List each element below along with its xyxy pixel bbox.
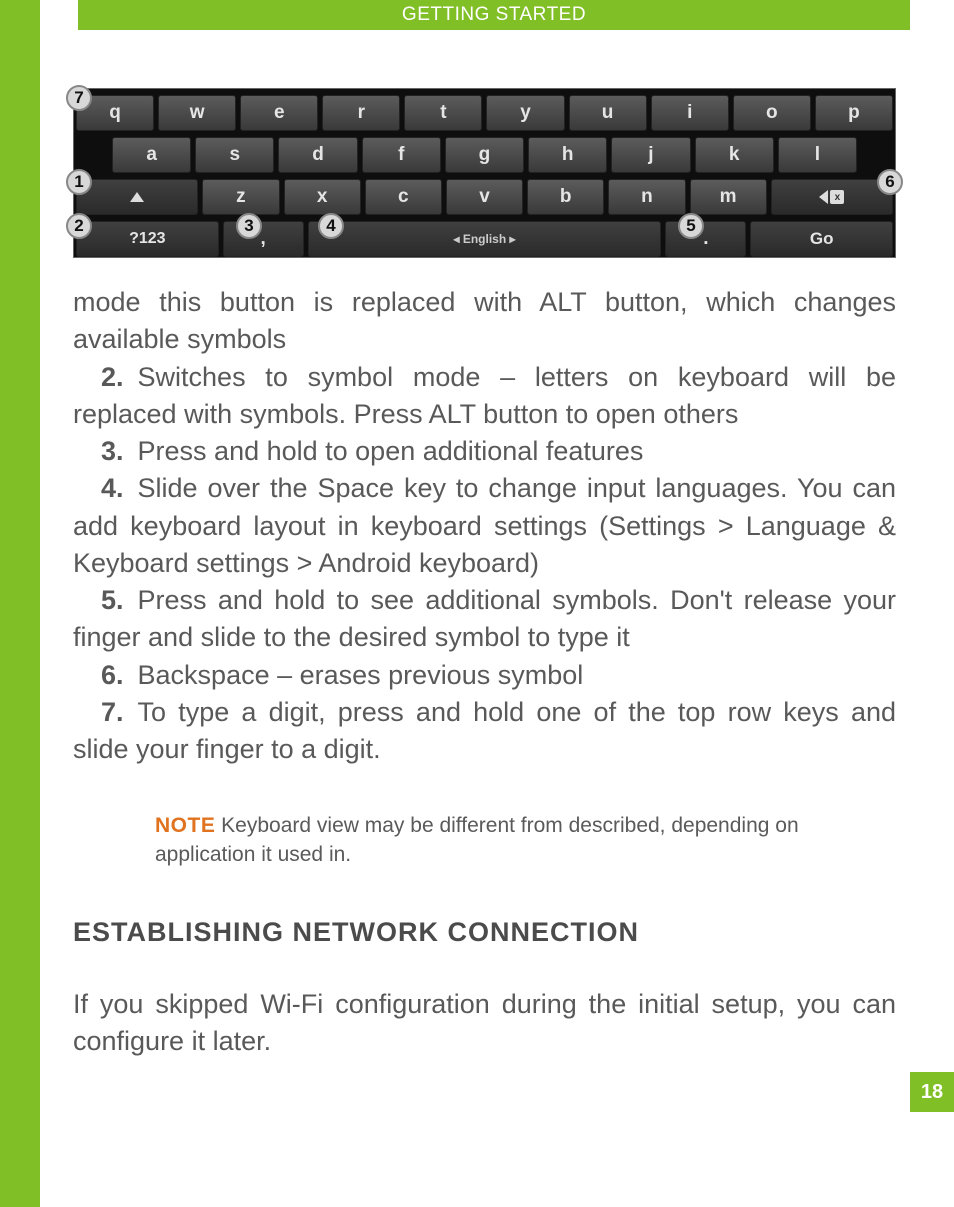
key-z: z <box>202 179 279 215</box>
list-text-5: Press and hold to see additional symbols… <box>73 585 896 652</box>
callout-3: 3 <box>236 213 262 239</box>
note-label: NOTE <box>155 814 215 837</box>
key-l: l <box>778 137 857 173</box>
key-s: s <box>195 137 274 173</box>
list-number-5: 5. <box>101 585 124 615</box>
intro-continuation: mode this button is replaced with ALT bu… <box>73 284 896 359</box>
list-text-6: Backspace – erases previous symbol <box>138 660 584 690</box>
list-text-7: To type a digit, press and hold one of t… <box>73 697 896 764</box>
body-text: mode this button is replaced with ALT bu… <box>73 284 896 768</box>
shift-icon <box>130 192 144 202</box>
callout-4: 4 <box>318 213 344 239</box>
list-text-3: Press and hold to open additional featur… <box>138 436 644 466</box>
chapter-header: GETTING STARTED <box>78 0 910 30</box>
key-i: i <box>651 95 729 131</box>
key-d: d <box>278 137 357 173</box>
key-backspace: x <box>771 179 893 215</box>
key-h: h <box>528 137 607 173</box>
callout-1: 1 <box>66 169 92 195</box>
keyboard-illustration: 7 1 2 3 4 5 6 q w e r t y u i o p a s <box>73 88 896 258</box>
section-body: If you skipped Wi-Fi configuration durin… <box>73 986 896 1061</box>
list-number-2: 2. <box>101 362 124 392</box>
key-g: g <box>445 137 524 173</box>
key-go: Go <box>750 221 893 257</box>
backspace-icon: x <box>819 190 844 204</box>
key-e: e <box>240 95 318 131</box>
page-number-badge: 18 <box>910 1072 954 1112</box>
key-shift <box>76 179 198 215</box>
list-text-4: Slide over the Space key to change input… <box>73 473 896 578</box>
key-r: r <box>322 95 400 131</box>
key-v: v <box>446 179 523 215</box>
key-b: b <box>527 179 604 215</box>
list-number-3: 3. <box>101 436 124 466</box>
callout-6: 6 <box>877 169 903 195</box>
key-f: f <box>362 137 441 173</box>
callout-7: 7 <box>66 85 92 111</box>
list-number-7: 7. <box>101 697 124 727</box>
key-a: a <box>112 137 191 173</box>
key-k: k <box>695 137 774 173</box>
key-space: ◂ English ▸ <box>308 221 662 257</box>
key-x: x <box>284 179 361 215</box>
key-o: o <box>733 95 811 131</box>
list-number-6: 6. <box>101 660 124 690</box>
key-n: n <box>608 179 685 215</box>
side-stripe <box>0 0 40 1207</box>
key-j: j <box>611 137 690 173</box>
note-text: Keyboard view may be different from desc… <box>155 814 799 865</box>
callout-5: 5 <box>678 213 704 239</box>
key-comma: , <box>223 221 304 257</box>
list-number-4: 4. <box>101 473 124 503</box>
list-text-2: Switches to symbol mode – letters on key… <box>73 362 896 429</box>
key-t: t <box>404 95 482 131</box>
key-w: w <box>158 95 236 131</box>
key-p: p <box>815 95 893 131</box>
section-heading: ESTABLISHING NETWORK CONNECTION <box>73 917 896 948</box>
key-c: c <box>365 179 442 215</box>
key-symbol-mode: ?123 <box>76 221 219 257</box>
key-m: m <box>690 179 767 215</box>
note-block: NOTE Keyboard view may be different from… <box>155 812 892 869</box>
key-u: u <box>569 95 647 131</box>
callout-2: 2 <box>66 213 92 239</box>
key-y: y <box>486 95 564 131</box>
